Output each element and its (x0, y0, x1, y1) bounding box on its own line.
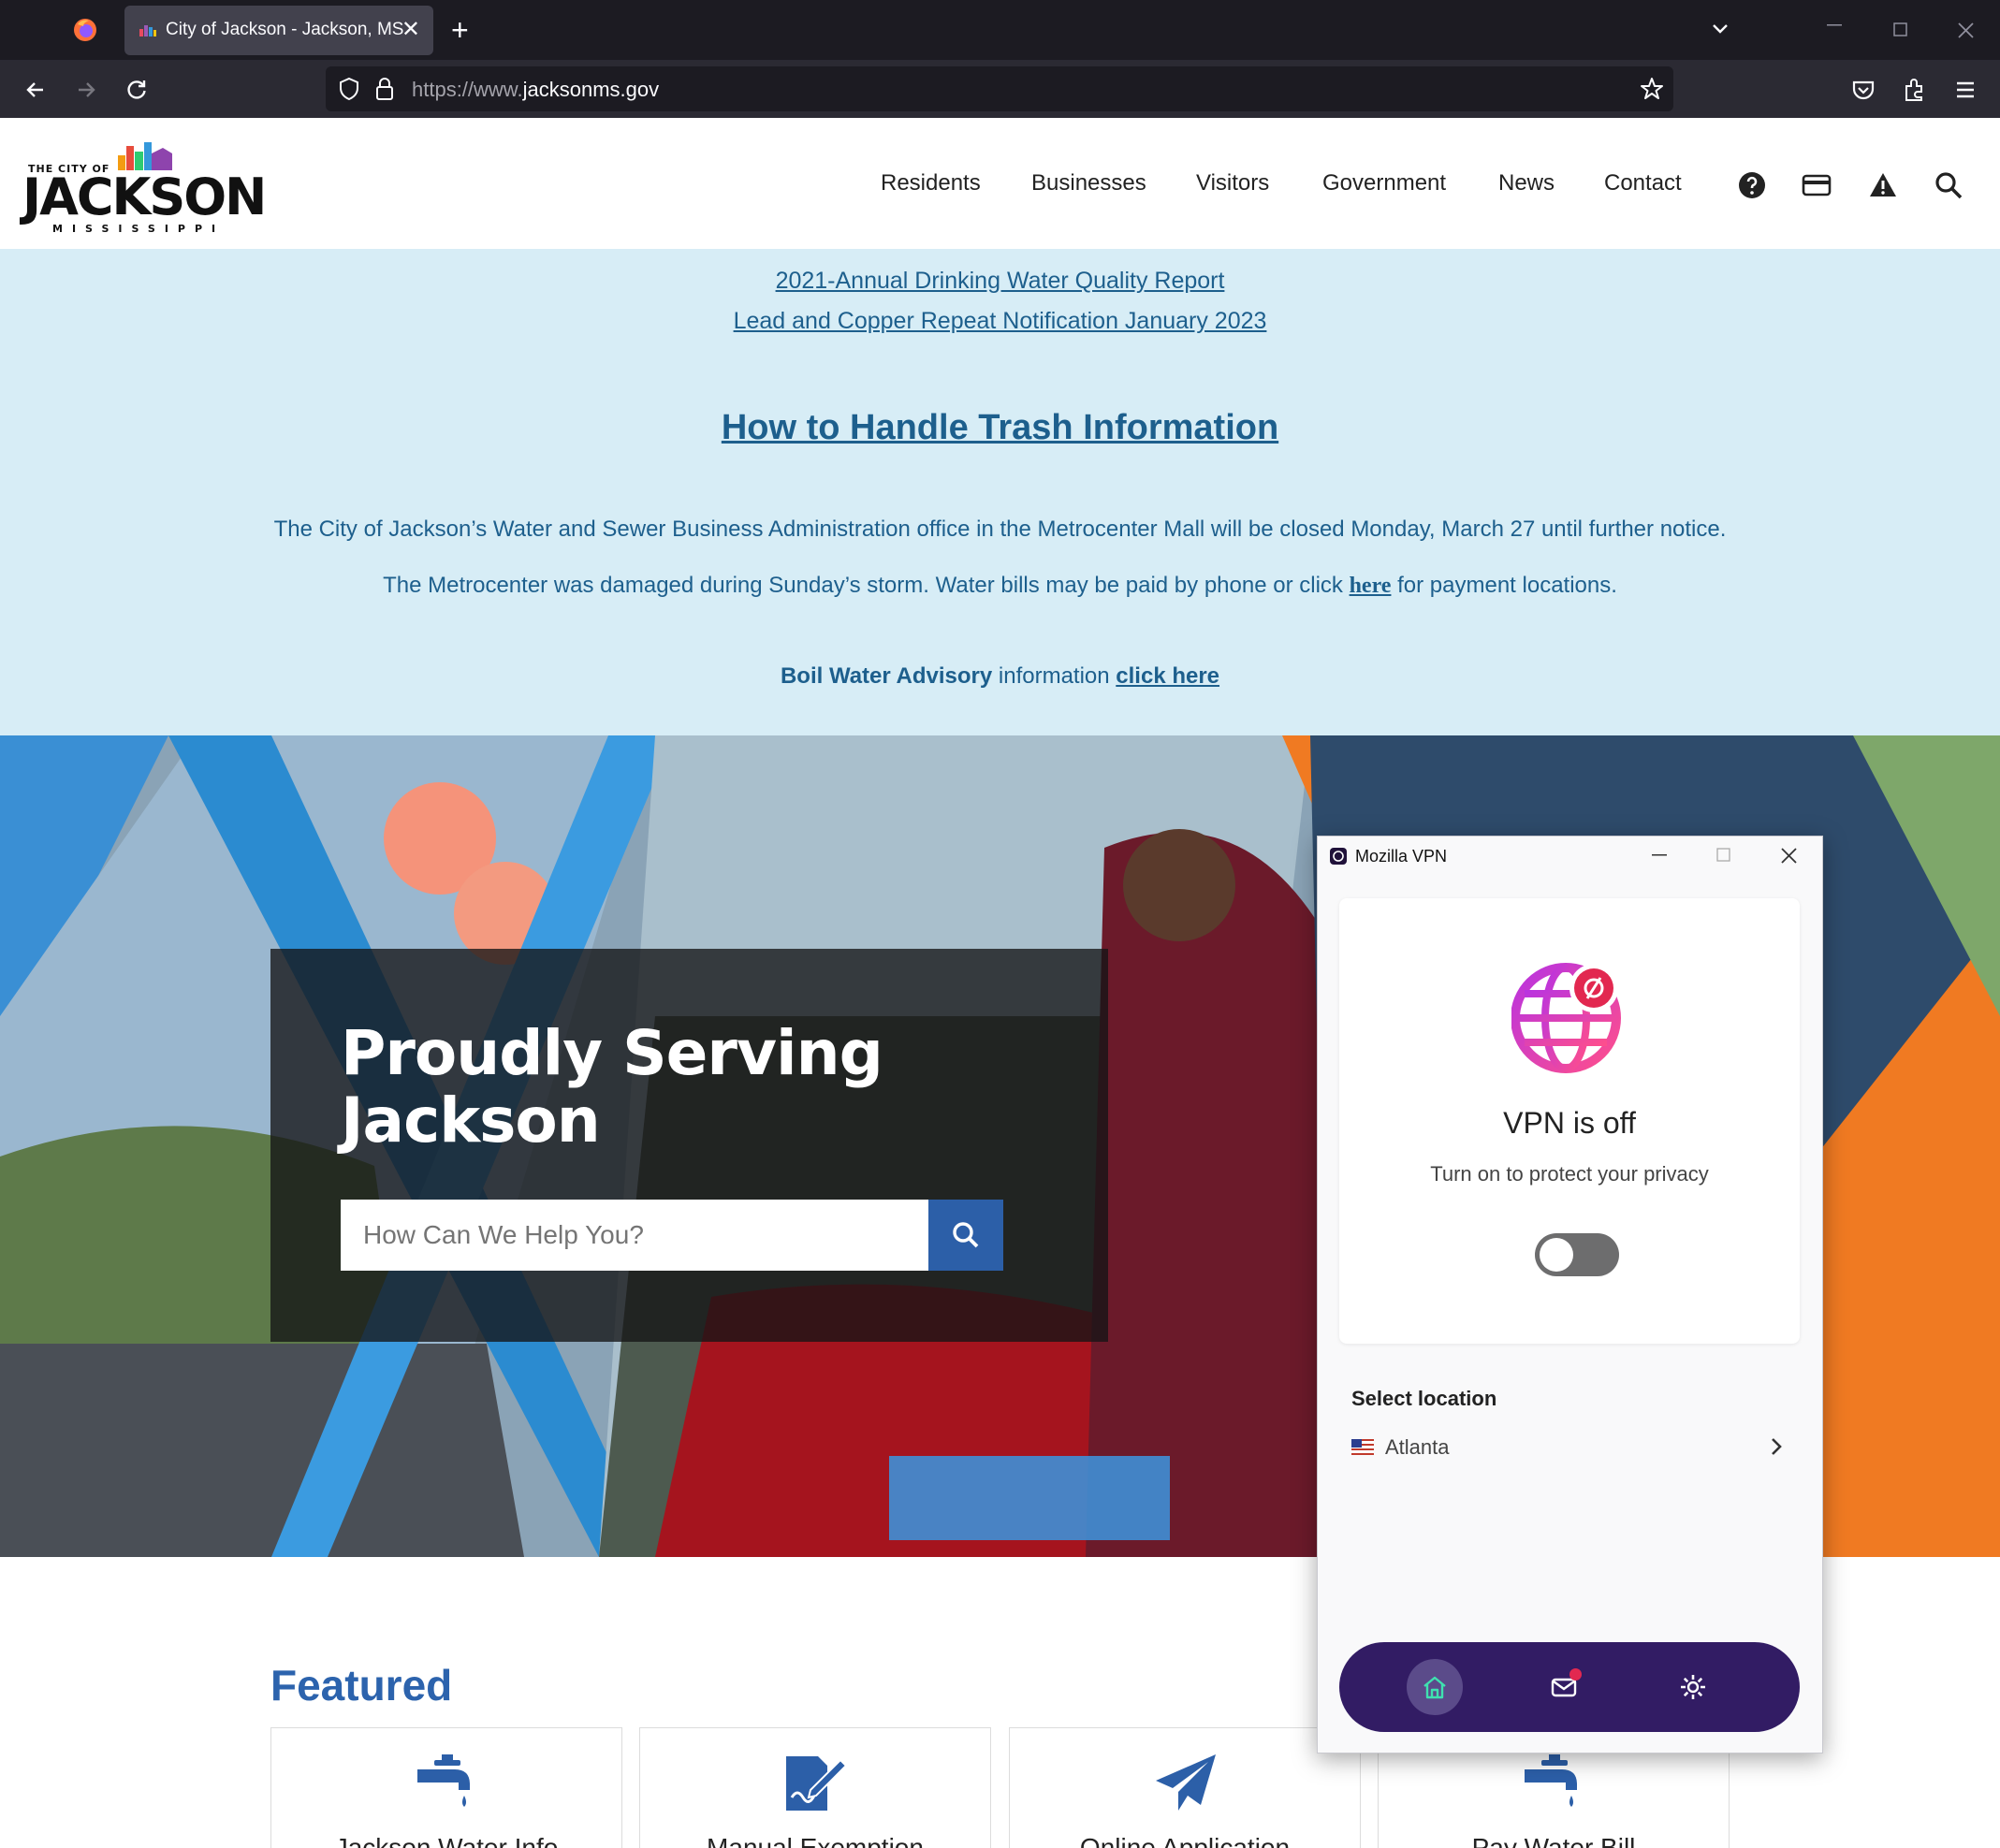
lead-copper-notification-link[interactable]: Lead and Copper Repeat Notification Janu… (0, 308, 2000, 335)
select-location-heading: Select location (1351, 1387, 1497, 1410)
help-icon[interactable] (1737, 170, 1767, 200)
settings-icon (1681, 1675, 1705, 1699)
tracking-protection-shield-icon[interactable] (337, 77, 361, 101)
vpn-bottom-nav (1339, 1642, 1800, 1732)
storm-notice-text: The Metrocenter was damaged during Sunda… (383, 573, 1617, 598)
close-tab-icon[interactable]: ✕ (401, 17, 420, 43)
notification-dot (1569, 1668, 1582, 1681)
vpn-maximize-icon[interactable] (1716, 848, 1731, 863)
hero-search-panel: Proudly Serving Jackson (270, 949, 1108, 1342)
featured-card-label: Pay Water Bill (1471, 1833, 1636, 1848)
vpn-status-text: VPN is off (1503, 1106, 1636, 1140)
featured-card-label: Online Application (1079, 1833, 1291, 1848)
browser-tab[interactable]: City of Jackson - Jackson, MS ✕ (124, 6, 433, 55)
nav-residents[interactable]: Residents (881, 170, 981, 196)
vpn-titlebar[interactable]: Mozilla VPN (1318, 837, 1822, 874)
location-name: Atlanta (1385, 1435, 1450, 1459)
vpn-status-card: VPN is off Turn on to protect your priva… (1339, 898, 1800, 1344)
firefox-icon[interactable] (72, 17, 98, 43)
new-tab-button[interactable]: + (451, 13, 469, 47)
hero-search-field[interactable] (341, 1200, 928, 1271)
city-logo[interactable]: THE CITY OF JACKSON MISSISSIPPI (22, 138, 267, 235)
chevron-right-icon (1772, 1438, 1782, 1455)
location-selector[interactable]: Atlanta (1351, 1430, 1788, 1465)
vpn-off-globe-icon (1511, 963, 1621, 1073)
nav-news[interactable]: News (1498, 170, 1555, 196)
logo-text-main: JACKSON (22, 167, 267, 226)
back-icon[interactable] (22, 77, 49, 103)
vpn-app-icon (1330, 848, 1347, 865)
featured-card-label: Jackson Water Info (334, 1833, 559, 1848)
forward-icon[interactable] (73, 77, 99, 103)
search-icon[interactable] (1934, 170, 1964, 200)
vpn-minimize-icon[interactable] (1652, 854, 1669, 856)
signed-document-icon (786, 1756, 848, 1811)
nav-visitors[interactable]: Visitors (1196, 170, 1269, 196)
tab-title: City of Jackson - Jackson, MS (166, 20, 404, 39)
site-header: THE CITY OF JACKSON MISSISSIPPI Resident… (0, 118, 2000, 249)
browser-tab-bar: City of Jackson - Jackson, MS ✕ + (0, 0, 2000, 60)
list-all-tabs-icon[interactable] (1708, 17, 1732, 41)
water-faucet-icon (1525, 1754, 1577, 1807)
featured-heading: Featured (270, 1661, 453, 1710)
maximize-window-icon[interactable] (1893, 22, 1908, 37)
featured-card-manual-exemption[interactable]: Manual Exemption (639, 1727, 991, 1848)
payment-card-icon[interactable] (1802, 170, 1832, 200)
home-icon (1423, 1676, 1446, 1699)
water-faucet-icon (417, 1754, 470, 1807)
search-icon (953, 1222, 979, 1248)
reload-icon[interactable] (124, 77, 150, 103)
menu-icon[interactable] (1952, 77, 1978, 103)
alert-warning-icon[interactable] (1868, 170, 1898, 200)
url-text[interactable]: https://www.jacksonms.gov (412, 78, 659, 102)
vpn-toggle-switch[interactable] (1535, 1233, 1619, 1276)
site-favicon-icon (139, 25, 156, 36)
vpn-status-subtitle: Turn on to protect your privacy (1430, 1162, 1709, 1186)
logo-text-sub: MISSISSIPPI (52, 223, 226, 235)
vpn-settings-tab[interactable] (1665, 1659, 1721, 1715)
nav-contact[interactable]: Contact (1604, 170, 1682, 196)
close-window-icon[interactable] (1958, 22, 1975, 39)
pocket-icon[interactable] (1850, 77, 1876, 103)
payment-locations-link[interactable]: here (1350, 574, 1392, 598)
paper-plane-icon (1156, 1754, 1216, 1811)
minimize-window-icon[interactable] (1827, 24, 1847, 28)
url-bar[interactable]: https://www.jacksonms.gov (326, 66, 1673, 111)
extensions-icon[interactable] (1902, 77, 1928, 103)
hero-search-input[interactable] (341, 1200, 928, 1271)
hero-search-button[interactable] (928, 1200, 1003, 1271)
vpn-window-title: Mozilla VPN (1355, 847, 1448, 866)
featured-card-label: Manual Exemption (707, 1833, 924, 1848)
featured-card-water-info[interactable]: Jackson Water Info (270, 1727, 622, 1848)
vpn-window: Mozilla VPN VPN is off Turn on to protec… (1317, 836, 1823, 1753)
water-quality-report-link[interactable]: 2021-Annual Drinking Water Quality Repor… (0, 268, 2000, 295)
lock-icon[interactable] (372, 76, 397, 102)
boil-water-notice: Boil Water Advisory information click he… (780, 663, 1220, 689)
hero-title: Proudly Serving Jackson (341, 1017, 883, 1157)
boil-water-click-here-link[interactable]: click here (1116, 663, 1219, 689)
alert-banner: 2021-Annual Drinking Water Quality Repor… (0, 249, 2000, 735)
vpn-home-tab[interactable] (1407, 1659, 1463, 1715)
browser-nav-bar: https://www.jacksonms.gov (0, 60, 2000, 118)
us-flag-icon (1351, 1439, 1374, 1455)
nav-government[interactable]: Government (1322, 170, 1446, 196)
vpn-close-icon[interactable] (1781, 848, 1798, 865)
trash-information-link[interactable]: How to Handle Trash Information (0, 408, 2000, 448)
vpn-messages-tab[interactable] (1536, 1659, 1592, 1715)
featured-card-online-application[interactable]: Online Application (1009, 1727, 1361, 1848)
closure-notice-text: The City of Jackson’s Water and Sewer Bu… (273, 517, 1727, 542)
bookmark-star-icon[interactable] (1640, 77, 1664, 101)
nav-businesses[interactable]: Businesses (1031, 170, 1146, 196)
